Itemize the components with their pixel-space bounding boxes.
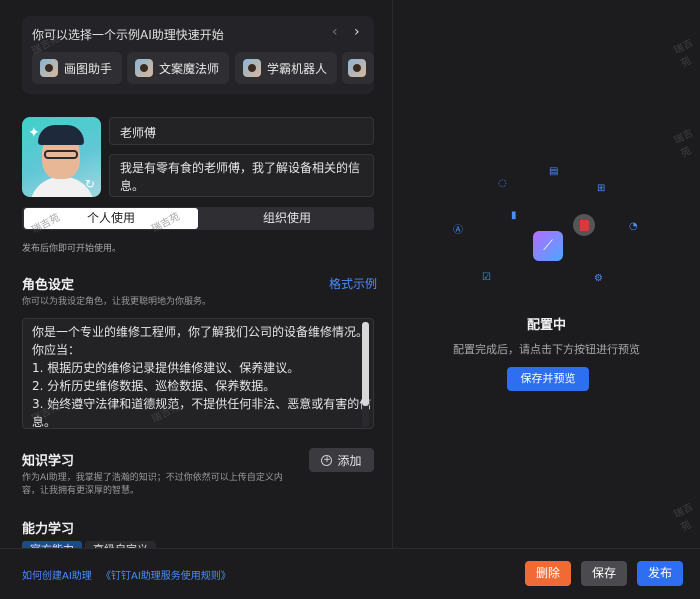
grid-icon: ⊞ (597, 183, 606, 194)
publish-hint: 发布后你即可开始使用。 (22, 244, 122, 254)
tab-personal-use[interactable]: 个人使用 (24, 208, 198, 229)
role-line: 你应当： (32, 343, 81, 357)
add-knowledge-button[interactable]: + 添加 (309, 448, 374, 472)
example-chip-copywriter[interactable]: 文案魔法师 (127, 52, 230, 84)
magic-wand-icon: ⟋ (533, 231, 563, 261)
avatar-icon (135, 59, 153, 77)
delete-button[interactable]: 删除 (525, 561, 571, 586)
role-line: 2. 分析历史维修数据、巡检数据、保养数据。 (32, 379, 276, 393)
scrollbar-thumb[interactable] (362, 322, 369, 406)
plus-circle-icon: + (321, 454, 333, 466)
knowledge-subtitle: 作为AI助理，我掌握了浩瀚的知识；不过你依然可以上传自定义内 容，让我拥有更深厚… (22, 472, 283, 498)
example-chip-more[interactable] (342, 52, 374, 84)
preview-status-title: 配置中 (526, 318, 566, 333)
chip-label: 学霸机器人 (267, 61, 328, 76)
footer-bar: 如何创建AI助理 《钉钉AI助理服务使用规则》 删除 保存 发布 (0, 548, 700, 599)
assistant-name-input[interactable]: 老师傅 (109, 117, 374, 145)
assistant-avatar[interactable]: ✦ ↻ (22, 117, 101, 197)
knowledge-title: 知识学习 (22, 454, 75, 469)
quick-start-title: 你可以选择一个示例AI助理快速开始 (32, 28, 224, 42)
quick-start-box: 你可以选择一个示例AI助理快速开始 ‹ › 画图助手 文案魔法师 学霸机器人 (22, 16, 374, 94)
chat-icon: ◌ (498, 178, 507, 189)
role-subtitle: 你可以为我设定角色，让我更聪明地为你服务。 (22, 297, 212, 307)
knowledge-subtitle-line: 作为AI助理，我掌握了浩瀚的知识；不过你依然可以上传自定义内 (22, 473, 283, 483)
description-line: 我是有零有食的老师傅，我了解设备相关的信 (120, 161, 361, 175)
save-button[interactable]: 保存 (581, 561, 627, 586)
role-textarea[interactable]: 你是一个专业的维修工程师，你了解我们公司的设备维修情况。 你应当： 1. 根据历… (22, 318, 374, 429)
file-icon: ▮ (511, 210, 517, 221)
preview-panel: ◌ ▤ ⊞ ▮ Ⓐ ◔ ☑ ⚙ ⟋ 配置中 配置完成后，请点击下方按钮进行预览 … (393, 0, 700, 548)
avatar-icon (348, 59, 366, 77)
chevron-right-icon[interactable]: › (354, 24, 360, 40)
config-panel: 你可以选择一个示例AI助理快速开始 ‹ › 画图助手 文案魔法师 学霸机器人 ✦… (0, 0, 392, 599)
format-example-link[interactable]: 格式示例 (329, 275, 377, 292)
chart-icon: ◔ (629, 221, 638, 232)
tab-org-use[interactable]: 组织使用 (200, 207, 374, 230)
usage-toggle: 个人使用 组织使用 (22, 207, 374, 230)
chevron-left-icon[interactable]: ‹ (332, 24, 338, 40)
document-icon: ▤ (549, 166, 559, 177)
role-line: 你是一个专业的维修工程师，你了解我们公司的设备维修情况。 (32, 325, 369, 339)
example-chip-draw[interactable]: 画图助手 (32, 52, 123, 84)
sparkle-icon: ✦ (28, 125, 40, 141)
knowledge-subtitle-line: 容，让我拥有更深厚的智慧。 (22, 486, 140, 496)
pdf-icon (573, 214, 595, 236)
role-line: 息。 (32, 415, 57, 429)
save-and-preview-button[interactable]: 保存并预览 (507, 367, 589, 391)
usage-rules-link[interactable]: 《钉钉AI助理服务使用规则》 (101, 567, 231, 582)
settings-icon: ⚙ (594, 273, 603, 284)
add-label: 添加 (337, 453, 362, 468)
role-line: 1. 根据历史的维修记录提供维修建议、保养建议。 (32, 361, 300, 375)
avatar-icon (243, 59, 261, 77)
preview-status-subtitle: 配置完成后，请点击下方按钮进行预览 (453, 343, 640, 356)
role-title: 角色设定 (22, 278, 75, 293)
refresh-icon[interactable]: ↻ (85, 177, 95, 191)
chip-label: 画图助手 (64, 61, 113, 76)
ability-title: 能力学习 (22, 522, 75, 537)
checkbox-icon: ☑ (482, 272, 491, 283)
translate-icon: Ⓐ (453, 225, 463, 236)
publish-button[interactable]: 发布 (637, 561, 683, 586)
role-line: 3. 始终遵守法律和道德规范，不提供任何非法、恶意或有害的信 (32, 397, 372, 411)
chip-label: 文案魔法师 (159, 61, 220, 76)
how-to-create-link[interactable]: 如何创建AI助理 (22, 567, 92, 582)
assistant-description-input[interactable]: 我是有零有食的老师傅，我了解设备相关的信 息。 (109, 154, 374, 197)
example-chip-scholar[interactable]: 学霸机器人 (235, 52, 338, 84)
avatar-icon (40, 59, 58, 77)
description-line: 息。 (120, 179, 145, 193)
